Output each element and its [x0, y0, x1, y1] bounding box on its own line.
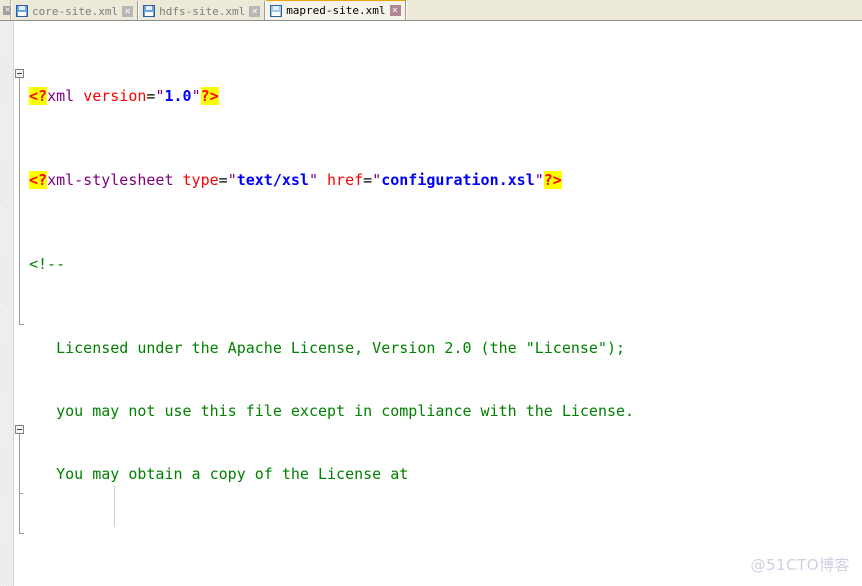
editor-margin-strip[interactable]	[0, 21, 14, 586]
indent-guide	[114, 485, 115, 527]
quote-token: "	[534, 171, 544, 189]
attr-name-token: version	[83, 87, 147, 105]
code-line[interactable]: <?xml-stylesheet type="text/xsl" href="c…	[27, 170, 862, 191]
code-editor[interactable]: <?xml version="1.0"?> <?xml-stylesheet t…	[0, 21, 862, 586]
comment-open-token: <!--	[29, 255, 66, 273]
fold-guide-line	[19, 78, 20, 324]
pi-open-token: <?	[29, 171, 48, 189]
tab-scroll-stub[interactable]: ✕	[0, 0, 12, 20]
tab-label: mapred-site.xml	[286, 4, 386, 17]
code-line[interactable]: <?xml version="1.0"?>	[27, 86, 862, 107]
pi-close-token: ?>	[543, 171, 562, 189]
fold-tick-property	[19, 493, 23, 494]
attr-name-token: href	[327, 171, 364, 189]
code-line[interactable]: you may not use this file except in comp…	[27, 401, 862, 422]
fold-toggle-comment-block[interactable]	[15, 69, 24, 78]
close-icon[interactable]: ✕	[122, 5, 134, 17]
pi-name-token: xml-stylesheet	[47, 171, 174, 189]
code-line[interactable]	[27, 527, 862, 548]
equals-token: =	[363, 171, 373, 189]
tab-hdfs-site-xml[interactable]: hdfs-site.xml ✕	[138, 0, 266, 20]
attr-value-token: 1.0	[164, 87, 192, 105]
comment-text: you may not use this file except in comp…	[29, 402, 635, 420]
quote-token: "	[191, 87, 201, 105]
close-icon[interactable]: ✕	[249, 5, 261, 17]
quote-token: "	[227, 171, 237, 189]
save-disk-icon	[270, 4, 283, 17]
code-line[interactable]: <!--	[27, 254, 862, 275]
attr-value-token: configuration.xsl	[381, 171, 535, 189]
tab-mapred-site-xml[interactable]: mapred-site.xml ✕	[265, 0, 406, 20]
pi-name-token: xml	[47, 87, 75, 105]
equals-token: =	[218, 171, 228, 189]
save-disk-icon	[143, 5, 156, 17]
tab-bar-empty-space	[405, 0, 862, 20]
pi-open-token: <?	[29, 87, 48, 105]
quote-token: "	[308, 171, 318, 189]
fold-toggle-configuration[interactable]	[15, 425, 24, 434]
fold-guide-line	[19, 434, 20, 533]
pi-close-token: ?>	[200, 87, 219, 105]
save-disk-icon	[16, 5, 28, 17]
code-folding-column[interactable]	[14, 21, 27, 586]
attr-value-token: text/xsl	[236, 171, 309, 189]
comment-text: Licensed under the Apache License, Versi…	[29, 339, 626, 357]
attr-name-token: type	[182, 171, 219, 189]
comment-text: You may obtain a copy of the License at	[29, 465, 409, 483]
fold-end-marker	[19, 324, 24, 325]
close-icon[interactable]: ✕	[389, 5, 401, 16]
watermark: @51CTO博客	[750, 556, 850, 574]
tab-label: hdfs-site.xml	[159, 4, 246, 18]
quote-token: "	[372, 171, 382, 189]
tab-core-site-xml[interactable]: core-site.xml ✕	[11, 0, 139, 20]
tab-label: core-site.xml	[32, 4, 119, 18]
code-text-area[interactable]: <?xml version="1.0"?> <?xml-stylesheet t…	[27, 21, 862, 586]
fold-end-marker	[19, 533, 24, 534]
code-line[interactable]: Licensed under the Apache License, Versi…	[27, 338, 862, 359]
editor-tab-bar: ✕ core-site.xml ✕ hdfs-site.xml ✕ mapred…	[0, 0, 862, 21]
code-line[interactable]: You may obtain a copy of the License at	[27, 464, 862, 485]
